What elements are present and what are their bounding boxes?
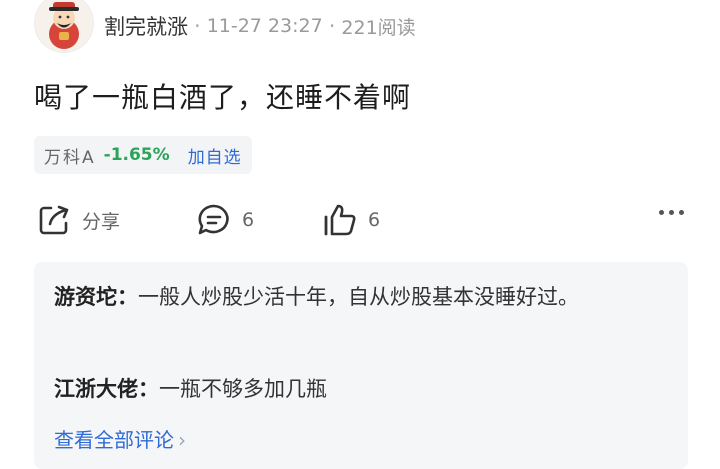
add-watchlist-button[interactable]: 加自选 [188,143,242,168]
post-time: 11-27 23:27 [206,15,323,37]
stock-tag[interactable]: 万科A -1.65% 加自选 [34,136,252,174]
avatar[interactable] [34,0,94,53]
more-options-icon[interactable] [659,210,684,215]
view-all-label: 查看全部评论 [54,428,174,452]
comment-item[interactable]: 江浙大佬：一瓶不够多加几瓶 [54,372,654,406]
post-content[interactable]: 喝了一瓶白酒了，还睡不着啊 [34,76,411,116]
share-button[interactable]: 分享 [36,198,120,242]
comments-preview: 游资坨：一般人炒股少活十年，自从炒股基本没睡好过。 江浙大佬：一瓶不够多加几瓶 … [34,262,688,469]
post-header: 割完就涨 · 11-27 23:27 · 221阅读 [34,0,416,53]
stock-name[interactable]: 万科A [44,143,96,168]
comment-item[interactable]: 游资坨：一般人炒股少活十年，自从炒股基本没睡好过。 [54,280,654,314]
view-count: 221阅读 [341,16,416,39]
like-count: 6 [368,209,381,231]
action-bar: 分享 6 6 [0,198,720,242]
comment-author[interactable]: 游资坨： [54,285,138,309]
comment-text: 一般人炒股少活十年，自从炒股基本没睡好过。 [138,285,579,309]
like-button[interactable]: 6 [322,198,380,242]
chevron-right-icon: › [178,428,186,452]
separator-dot: · [328,14,336,38]
thumbs-up-icon [324,204,356,236]
comment-icon [198,204,229,235]
comment-author[interactable]: 江浙大佬： [54,377,159,401]
stock-change: -1.65% [103,145,170,165]
fortune-god-icon [49,2,79,49]
separator-dot: · [194,14,201,38]
comment-text: 一瓶不够多加几瓶 [159,377,327,401]
username[interactable]: 割完就涨 [104,11,188,41]
comment-count: 6 [242,209,255,231]
share-label: 分享 [82,210,121,233]
comment-button[interactable]: 6 [196,198,254,242]
share-icon [39,205,69,235]
view-all-comments-link[interactable]: 查看全部评论 › [54,424,186,453]
